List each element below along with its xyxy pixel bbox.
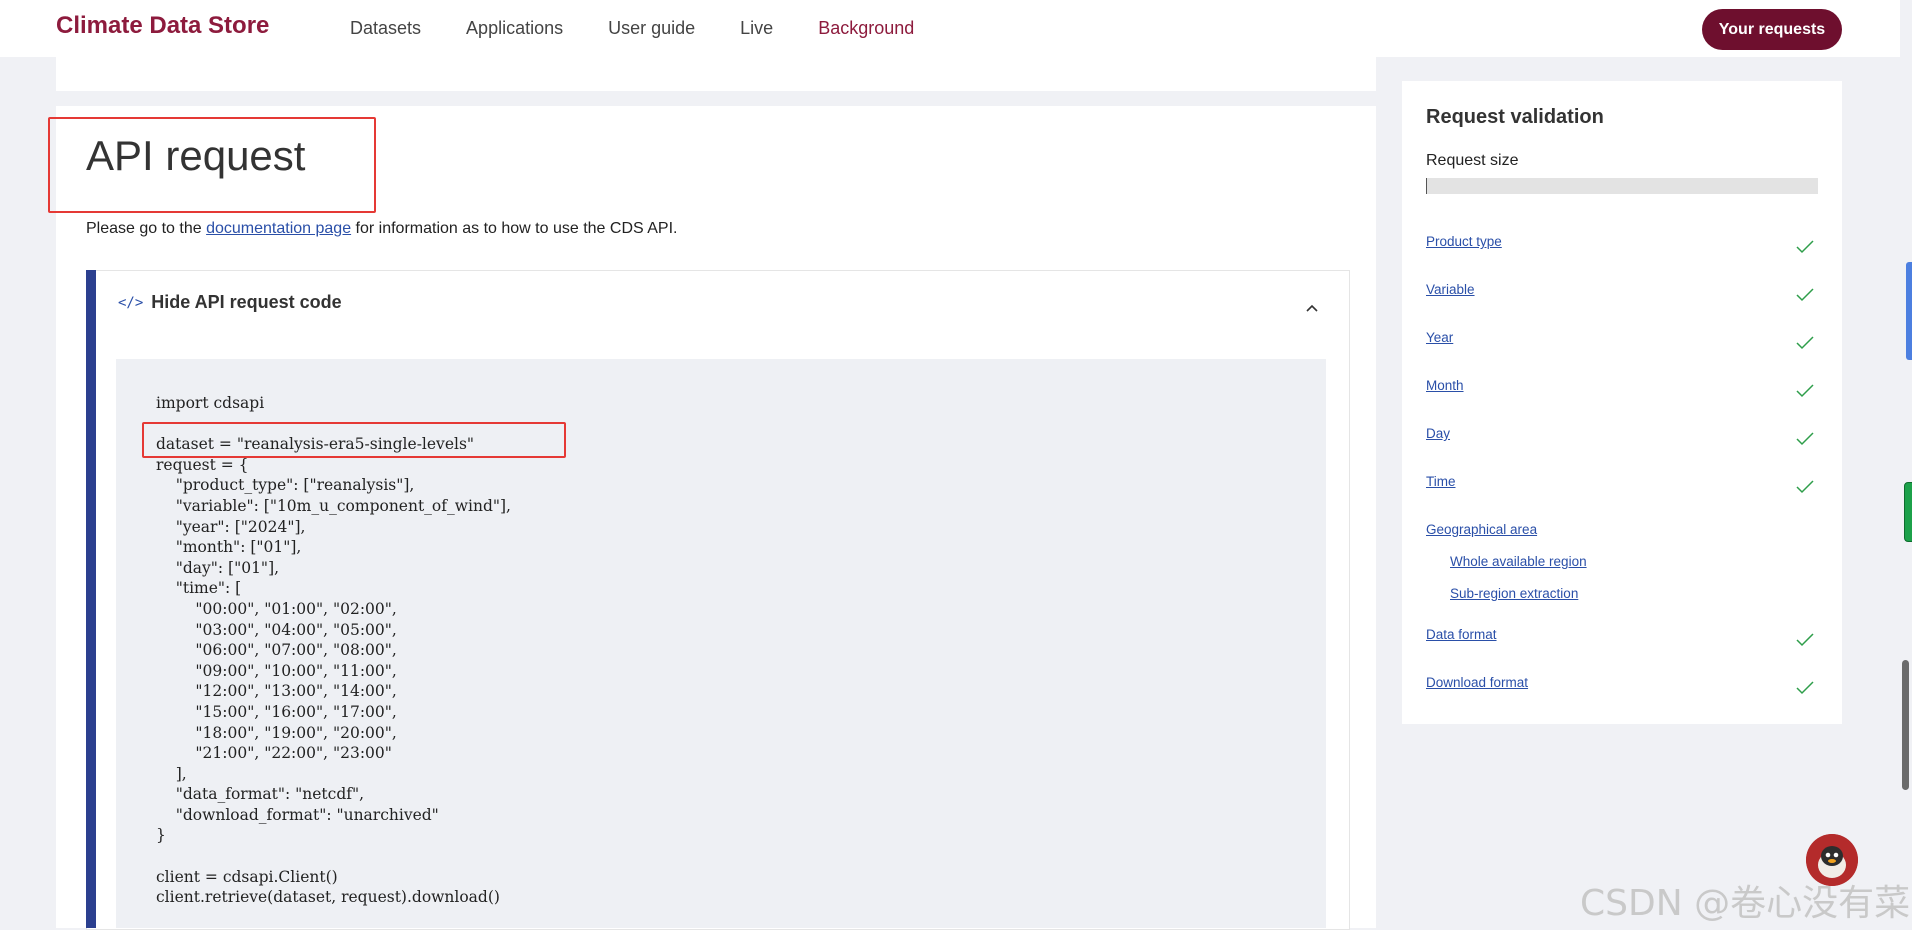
previous-section-card: [56, 57, 1376, 91]
top-navigation-bar: Climate Data Store Datasets Applications…: [0, 0, 1900, 57]
intro-after: for information as to how to use the CDS…: [351, 220, 678, 237]
site-logo[interactable]: Climate Data Store: [56, 12, 269, 40]
request-size-fill: [1426, 178, 1427, 194]
validation-link-variable[interactable]: Variable: [1426, 282, 1475, 297]
validation-link-whole-region[interactable]: Whole available region: [1450, 554, 1587, 569]
check-icon: [1796, 288, 1814, 302]
api-request-code[interactable]: import cdsapi dataset = "reanalysis-era5…: [156, 393, 511, 908]
hide-code-label: Hide API request code: [151, 292, 342, 312]
nav-background[interactable]: Background: [818, 18, 914, 39]
side-panel-tab-green[interactable]: [1904, 482, 1912, 542]
validation-link-geographical-area[interactable]: Geographical area: [1426, 522, 1537, 537]
check-icon: [1796, 240, 1814, 254]
nav-applications[interactable]: Applications: [466, 18, 563, 39]
validation-link-download-format[interactable]: Download format: [1426, 675, 1528, 690]
scrollbar-thumb[interactable]: [1902, 660, 1909, 790]
validation-link-data-format[interactable]: Data format: [1426, 627, 1497, 642]
check-icon: [1796, 336, 1814, 350]
nav-datasets[interactable]: Datasets: [350, 18, 421, 39]
validation-title: Request validation: [1426, 106, 1604, 128]
validation-link-day[interactable]: Day: [1426, 426, 1450, 441]
request-size-bar: [1426, 178, 1818, 194]
nav-user-guide[interactable]: User guide: [608, 18, 695, 39]
watermark-text: CSDN @卷心没有菜: [1580, 883, 1911, 924]
check-icon: [1796, 384, 1814, 398]
validation-link-sub-region[interactable]: Sub-region extraction: [1450, 586, 1578, 601]
check-icon: [1796, 432, 1814, 446]
validation-link-time[interactable]: Time: [1426, 474, 1456, 489]
code-icon: </>: [118, 294, 144, 311]
request-size-label: Request size: [1426, 152, 1519, 169]
side-panel-tab-blue[interactable]: [1906, 262, 1912, 360]
dataset-highlight-box: [142, 422, 566, 458]
validation-link-year[interactable]: Year: [1426, 330, 1453, 345]
code-panel-accent-bar: [86, 270, 96, 928]
chevron-up-icon[interactable]: [1304, 300, 1320, 316]
check-icon: [1796, 681, 1814, 695]
intro-before: Please go to the: [86, 220, 207, 237]
main-nav: Datasets Applications User guide Live Ba…: [350, 0, 959, 57]
intro-text: Please go to the documentation page for …: [86, 220, 677, 238]
hide-code-toggle[interactable]: </> Hide API request code: [118, 292, 342, 313]
your-requests-button[interactable]: Your requests: [1702, 9, 1842, 50]
validation-link-month[interactable]: Month: [1426, 378, 1464, 393]
check-icon: [1796, 480, 1814, 494]
check-icon: [1796, 633, 1814, 647]
nav-live[interactable]: Live: [740, 18, 773, 39]
validation-link-product-type[interactable]: Product type: [1426, 234, 1502, 249]
documentation-link[interactable]: documentation page: [206, 220, 351, 237]
title-highlight-box: [48, 117, 376, 213]
